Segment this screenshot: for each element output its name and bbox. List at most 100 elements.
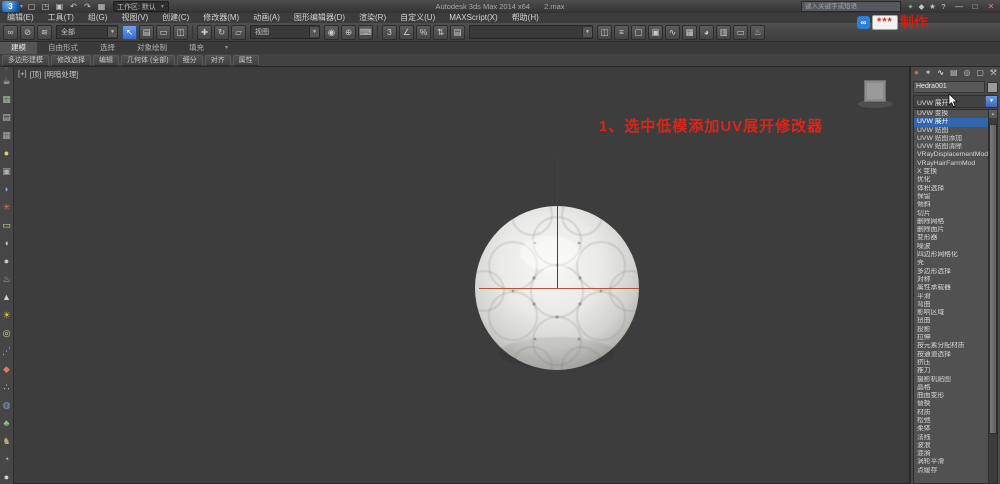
- select-and-rotate-icon[interactable]: ↻: [214, 24, 229, 40]
- modifier-list-item[interactable]: 删除面片: [914, 226, 988, 234]
- open-file-icon[interactable]: ◳: [40, 2, 51, 12]
- modifier-list-item[interactable]: VRayDisplacementMod: [914, 151, 988, 159]
- modifier-list-item[interactable]: 噪波: [914, 243, 988, 251]
- leaf-icon[interactable]: ♣: [1, 414, 13, 432]
- named-selection-sets-dropdown[interactable]: ▼: [469, 25, 593, 39]
- search-icon[interactable]: ⌖: [905, 2, 916, 12]
- modifier-list-item[interactable]: 按通道选择: [914, 351, 988, 359]
- hierarchy-tab-icon[interactable]: ▤: [950, 66, 958, 79]
- modifier-list-item[interactable]: 影响区域: [914, 309, 988, 317]
- modifier-list-item[interactable]: UVW 变换: [914, 110, 988, 118]
- ribbon-tab[interactable]: 建模: [0, 41, 37, 54]
- ring-icon[interactable]: ◎: [1, 324, 13, 342]
- modifier-list-item[interactable]: 曲面变形: [914, 392, 988, 400]
- modifier-list-item[interactable]: 投影: [914, 326, 988, 334]
- ribbon-panel-button[interactable]: 多边形建模: [2, 54, 49, 66]
- light-bulb-icon[interactable]: ●: [1, 144, 13, 162]
- teapot-grey-icon[interactable]: ♨: [1, 270, 13, 288]
- display-tab-icon[interactable]: ▢: [976, 66, 984, 79]
- teapot-icon[interactable]: ☕: [1, 72, 13, 90]
- modify-tab-icon[interactable]: ∿: [937, 66, 944, 79]
- angle-snap-icon[interactable]: ∠: [399, 24, 414, 40]
- modifier-list-item[interactable]: 体积选择: [914, 185, 988, 193]
- select-and-manipulate-icon[interactable]: ⊕: [341, 24, 356, 40]
- scrollbar-thumb[interactable]: [989, 124, 997, 434]
- grid-array-icon[interactable]: ▦: [1, 126, 13, 144]
- modifier-list-item[interactable]: 多边形选择: [914, 268, 988, 276]
- modifier-list-item[interactable]: UVW 贴图添加: [914, 135, 988, 143]
- modifier-list-item[interactable]: VRayHairFarmMod: [914, 160, 988, 168]
- layer-manager-icon[interactable]: ▢: [631, 24, 646, 40]
- app-logo-button[interactable]: 3: [2, 1, 19, 12]
- minimize-button[interactable]: —: [953, 2, 965, 12]
- close-button[interactable]: ✕: [985, 2, 997, 12]
- select-and-scale-icon[interactable]: ▱: [231, 24, 246, 40]
- ribbon-tab[interactable]: 填充: [178, 41, 215, 54]
- modifier-list-item[interactable]: 挤压: [914, 359, 988, 367]
- workspace-selector[interactable]: 工作区: 默认 ▼: [113, 1, 169, 12]
- undo-icon[interactable]: ↶: [68, 2, 79, 12]
- bind-to-space-warp-icon[interactable]: ≋: [37, 24, 52, 40]
- snap-toggle-3d-icon[interactable]: 3: [382, 24, 397, 40]
- scene-icon[interactable]: ▦: [96, 2, 107, 12]
- sun-icon[interactable]: ☀: [1, 306, 13, 324]
- modifier-list-item[interactable]: 按元素分配材质: [914, 342, 988, 350]
- modifier-list-item[interactable]: 壳: [914, 259, 988, 267]
- modifier-list-item[interactable]: 摄影机贴图: [914, 376, 988, 384]
- redo-icon[interactable]: ↷: [82, 2, 93, 12]
- modifier-list-item[interactable]: UVW 展开: [914, 118, 989, 127]
- keyboard-override-icon[interactable]: ⌨: [358, 24, 373, 40]
- view-cube-face[interactable]: [864, 80, 886, 102]
- modifier-list-item[interactable]: 推力: [914, 367, 988, 375]
- utilities-tab-icon[interactable]: ⚒: [990, 66, 997, 79]
- modifier-list-item[interactable]: 涡轮平滑: [914, 458, 988, 466]
- menu-item[interactable]: 工具(T): [41, 13, 81, 23]
- molecule-icon[interactable]: ∴: [1, 378, 13, 396]
- curve-editor-icon[interactable]: ∿: [665, 24, 680, 40]
- ribbon-panel-button[interactable]: 修改选择: [51, 54, 91, 66]
- plane-icon[interactable]: ▭: [1, 216, 13, 234]
- menu-item[interactable]: 组(G): [81, 13, 115, 23]
- modifier-list-item[interactable]: X 变换: [914, 168, 988, 176]
- viewport-label-part[interactable]: [明暗处理]: [44, 69, 78, 80]
- modifier-list-item[interactable]: 四边形网格化: [914, 251, 988, 259]
- infocenter-search-input[interactable]: [801, 1, 901, 12]
- graphite-toggle-icon[interactable]: ▣: [648, 24, 663, 40]
- modifier-list-item[interactable]: 晶格: [914, 384, 988, 392]
- maximize-button[interactable]: □: [969, 2, 981, 12]
- cone-icon[interactable]: ▲: [1, 288, 13, 306]
- ball-large-icon[interactable]: ●: [1, 468, 13, 484]
- percent-snap-icon[interactable]: %: [416, 24, 431, 40]
- menu-item[interactable]: 修改器(M): [196, 13, 246, 23]
- ribbon-panel-button[interactable]: 编辑: [93, 54, 119, 66]
- perspective-viewport[interactable]: [+] [顶] [明暗处理] 1、选中低模添加UV展开修改器: [13, 66, 910, 484]
- render-setup-icon[interactable]: ▥: [716, 24, 731, 40]
- selection-filter-dropdown[interactable]: 全部 ▼: [56, 25, 118, 39]
- scrollbar[interactable]: ▲: [988, 110, 997, 483]
- modifier-list-item[interactable]: 保留: [914, 193, 988, 201]
- modifier-list-item[interactable]: 删除网格: [914, 218, 988, 226]
- camera-icon[interactable]: ▣: [1, 162, 13, 180]
- rendered-frame-icon[interactable]: ▭: [733, 24, 748, 40]
- menu-item[interactable]: 自定义(U): [393, 13, 442, 23]
- modifier-list-dropdown[interactable]: UVW 展开 ▼: [913, 94, 998, 108]
- use-pivot-center-icon[interactable]: ◉: [324, 24, 339, 40]
- list-panel-icon[interactable]: ▤: [1, 108, 13, 126]
- new-file-icon[interactable]: ▢: [26, 2, 37, 12]
- star-burst-icon[interactable]: ✳: [1, 198, 13, 216]
- menu-item[interactable]: 动画(A): [246, 13, 287, 23]
- pin-dot-icon[interactable]: ●: [914, 66, 919, 79]
- schematic-view-icon[interactable]: ▦: [682, 24, 697, 40]
- help-icon[interactable]: ?: [938, 2, 949, 12]
- select-and-move-icon[interactable]: ✚: [197, 24, 212, 40]
- modifier-list-item[interactable]: [914, 475, 988, 483]
- favorites-icon[interactable]: ★: [927, 2, 938, 12]
- ribbon-tab[interactable]: 选择: [89, 41, 126, 54]
- menu-item[interactable]: MAXScript(X): [442, 13, 504, 23]
- menu-item[interactable]: 渲染(R): [352, 13, 393, 23]
- dome-icon[interactable]: ◖: [1, 234, 13, 252]
- view-cube[interactable]: [854, 79, 894, 109]
- align-icon[interactable]: ≡: [614, 24, 629, 40]
- save-file-icon[interactable]: ▣: [54, 2, 65, 12]
- modifier-list-item[interactable]: 对称: [914, 276, 988, 284]
